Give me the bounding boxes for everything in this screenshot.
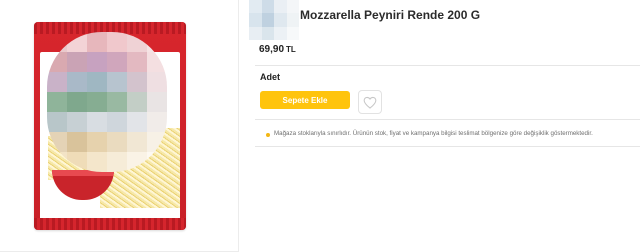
thumbnail-tile: [261, 26, 274, 40]
mosaic-tile: [87, 72, 107, 92]
mosaic-tile: [67, 72, 87, 92]
thumbnail-tile: [286, 26, 299, 40]
mosaic-tile: [47, 92, 67, 112]
mosaic-tile: [67, 52, 87, 72]
product-image-card[interactable]: [0, 0, 239, 252]
add-to-cart-button[interactable]: Sepete Ekle: [260, 91, 350, 109]
mosaic-tile: [107, 72, 127, 92]
mosaic-tile: [67, 112, 87, 132]
thumbnail-tile: [274, 26, 287, 40]
info-dot-icon: [266, 133, 270, 137]
mosaic-tile: [67, 132, 87, 152]
mosaic-tile: [127, 92, 147, 112]
stock-notice: Mağaza stoklarıyla sınırlıdır. Ürünün st…: [255, 119, 640, 147]
favorite-button[interactable]: [358, 90, 382, 114]
thumbnail-tile: [249, 26, 262, 40]
mosaic-tile: [107, 52, 127, 72]
blurred-label-mosaic: [47, 32, 167, 172]
thumbnail-tile: [274, 0, 287, 14]
quantity-label: Adet: [260, 72, 280, 82]
mosaic-tile: [127, 72, 147, 92]
mosaic-tile: [147, 112, 167, 132]
mosaic-tile: [87, 92, 107, 112]
mosaic-tile: [147, 72, 167, 92]
price-value: 69,90: [259, 44, 285, 55]
mosaic-tile: [87, 112, 107, 132]
thumbnail-tile: [274, 13, 287, 27]
mosaic-tile: [107, 132, 127, 152]
price-currency: TL: [286, 45, 296, 54]
divider: [255, 65, 640, 66]
thumbnail-tile: [249, 13, 262, 27]
product-title: Mozzarella Peyniri Rende 200 G: [300, 8, 481, 22]
thumbnail-tile: [286, 0, 299, 14]
mosaic-tile: [87, 32, 107, 52]
mosaic-tile: [87, 132, 107, 152]
thumbnail-tile: [249, 0, 262, 14]
stock-notice-text: Mağaza stoklarıyla sınırlıdır. Ürünün st…: [274, 130, 593, 137]
package-seal-bottom: [34, 218, 186, 230]
product-page: Mozzarella Peyniri Rende 200 G 69,90 TL A…: [0, 0, 640, 252]
thumbnail-tile: [261, 0, 274, 14]
mosaic-tile: [47, 72, 67, 92]
heart-icon: [363, 96, 377, 109]
mosaic-tile: [87, 52, 107, 72]
thumbnail-tile: [286, 13, 299, 27]
mosaic-tile: [107, 152, 127, 172]
mosaic-tile: [127, 132, 147, 152]
mosaic-tile: [127, 112, 147, 132]
mosaic-tile: [107, 92, 127, 112]
mosaic-tile: [87, 152, 107, 172]
blurred-brand-thumbnail: [249, 0, 299, 40]
mosaic-tile: [107, 112, 127, 132]
mosaic-tile: [107, 32, 127, 52]
mosaic-tile: [67, 92, 87, 112]
mosaic-tile: [47, 112, 67, 132]
mosaic-tile: [127, 52, 147, 72]
thumbnail-tile: [261, 13, 274, 27]
product-price: 69,90 TL: [259, 44, 296, 55]
mosaic-tile: [147, 92, 167, 112]
